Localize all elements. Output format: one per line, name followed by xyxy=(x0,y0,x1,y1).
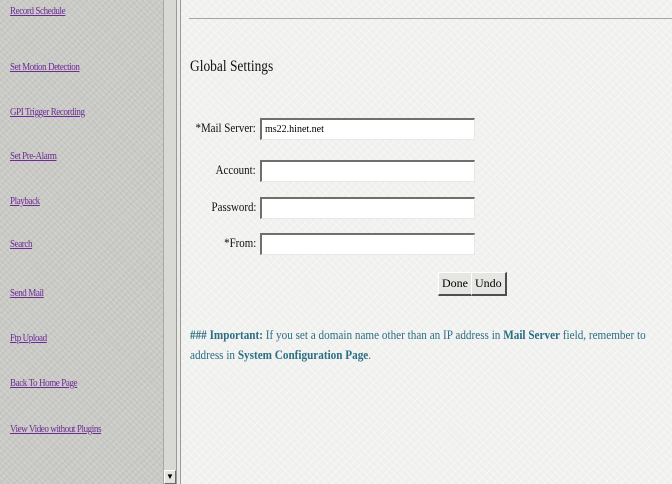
note-text-1: If you set a domain name other than an I… xyxy=(262,327,504,342)
important-note: ### Important: If you set a domain name … xyxy=(190,325,660,365)
note-field-name: Mail Server xyxy=(503,327,561,342)
scroll-down-arrow-icon[interactable]: ▼ xyxy=(164,470,176,484)
sidebar-scrollbar[interactable]: ▼ xyxy=(163,0,176,484)
note-text-2: field, remember to xyxy=(560,327,646,342)
sidebar-item-ftp-upload[interactable]: Ftp Upload xyxy=(10,332,47,344)
sidebar-item-playback[interactable]: Playback xyxy=(10,195,40,207)
sidebar-nav: Record Schedule Set Motion Detection GPI… xyxy=(0,0,163,484)
password-label: Password: xyxy=(211,199,256,214)
from-label: *From: xyxy=(223,235,256,250)
note-line-2: address in System Configuration Page. xyxy=(190,345,594,365)
from-input[interactable] xyxy=(260,233,475,255)
mail-server-label: *Mail Server: xyxy=(195,120,256,135)
page-title: Global Settings xyxy=(190,58,274,75)
sidebar-item-gpi-trigger-recording[interactable]: GPI Trigger Recording xyxy=(10,106,85,118)
system-configuration-page-link[interactable]: System Configuration Page xyxy=(238,347,368,362)
sidebar-item-view-video-without-plugins[interactable]: View Video without Plugins xyxy=(10,423,101,435)
note-line2-end: . xyxy=(368,347,372,362)
password-input[interactable] xyxy=(260,197,475,219)
sidebar-item-record-schedule[interactable]: Record Schedule xyxy=(10,5,66,17)
sidebar-item-search[interactable]: Search xyxy=(10,238,32,250)
top-divider xyxy=(189,18,672,19)
done-button[interactable]: Done xyxy=(438,272,473,296)
mail-server-input[interactable] xyxy=(260,118,475,140)
note-line2-text: address in xyxy=(190,347,238,362)
undo-button[interactable]: Undo xyxy=(471,272,507,296)
sidebar-item-set-motion-detection[interactable]: Set Motion Detection xyxy=(10,61,80,73)
note-line-1: ### Important: If you set a domain name … xyxy=(190,325,646,345)
account-label: Account: xyxy=(215,162,256,177)
sidebar-item-back-to-home-page[interactable]: Back To Home Page xyxy=(10,377,78,389)
sidebar-item-send-mail[interactable]: Send Mail xyxy=(10,287,44,299)
note-prefix: ### Important: xyxy=(190,327,263,342)
account-input[interactable] xyxy=(260,160,475,182)
main-content: Global Settings *Mail Server: Account: P… xyxy=(181,0,672,484)
sidebar-item-set-pre-alarm[interactable]: Set Pre-Alarm xyxy=(10,150,57,162)
